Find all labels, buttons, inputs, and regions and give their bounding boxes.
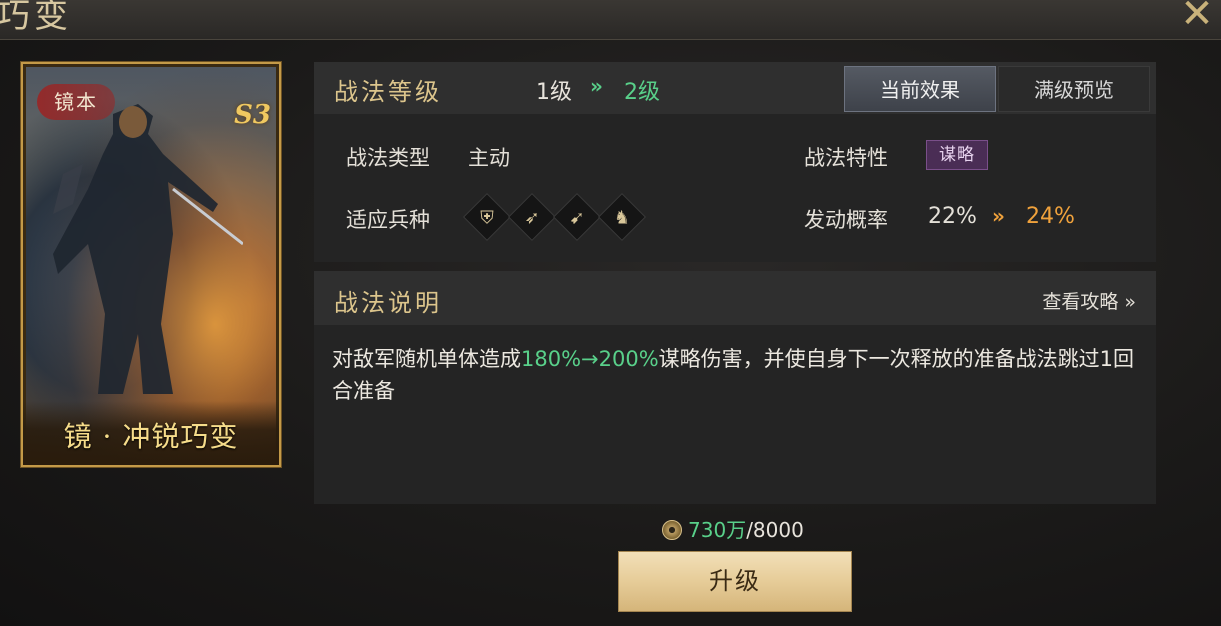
level-header: 战法等级 1级 » 2级 当前效果 满级预览	[314, 62, 1156, 114]
skill-attributes-panel: 战法等级 1级 » 2级 当前效果 满级预览 战法类型 主动 战法特性 谋略 适…	[314, 62, 1156, 262]
rate-current: 22%	[928, 204, 977, 229]
units-label: 适应兵种	[346, 208, 430, 232]
shield-icon: ⛨	[462, 192, 512, 242]
upgrade-button[interactable]: 升级	[618, 551, 852, 612]
window-title: 巧变	[0, 0, 72, 36]
trait-label: 战法特性	[804, 146, 888, 170]
rate-arrow-icon: »	[992, 204, 1005, 228]
description-text: 对敌军随机单体造成180%→200%谋略伤害，并使自身下一次释放的准备战法跳过1…	[332, 343, 1142, 407]
damage-value-highlight: 180%→200%	[521, 347, 659, 371]
card-skill-name: 镜 · 冲锐巧变	[63, 420, 239, 453]
description-title: 战法说明	[334, 289, 442, 317]
type-label: 战法类型	[346, 146, 430, 170]
card-season-tag: S3	[234, 100, 271, 130]
card-edition-badge: 镜本	[37, 84, 115, 120]
description-text-pre: 对敌军随机单体造成	[332, 347, 521, 371]
level-next: 2级	[624, 80, 660, 105]
level-current: 1级	[536, 80, 572, 105]
spear-icon: ➹	[552, 192, 602, 242]
trait-badge: 谋略	[926, 140, 988, 170]
tab-current-effect[interactable]: 当前效果	[844, 66, 996, 112]
upgrade-cost: 730万/8000	[662, 514, 804, 543]
skill-description-panel: 战法说明 查看攻略 » 对敌军随机单体造成180%→200%谋略伤害，并使自身下…	[314, 271, 1156, 504]
cost-owned: 730万	[688, 518, 747, 542]
rate-label: 发动概率	[804, 208, 888, 232]
rate-next: 24%	[1026, 204, 1075, 229]
type-value: 主动	[468, 146, 510, 170]
top-bar: 巧变 ✕	[0, 0, 1221, 40]
cost-required: /8000	[746, 518, 804, 542]
level-arrow-icon: »	[590, 74, 603, 98]
close-x-icon[interactable]: ✕	[1177, 0, 1217, 34]
view-guide-link[interactable]: 查看攻略 »	[1042, 287, 1136, 314]
description-header: 战法说明 查看攻略 »	[314, 271, 1156, 325]
warrior-illustration	[53, 104, 243, 394]
skill-card[interactable]: 镜本 S3 镜 · 冲锐巧变	[21, 62, 281, 467]
bow-icon: ➶	[507, 192, 557, 242]
horse-icon: ♞	[597, 192, 647, 242]
level-title: 战法等级	[334, 78, 442, 106]
coin-icon	[662, 520, 682, 540]
tab-max-level-preview[interactable]: 满级预览	[998, 66, 1150, 112]
